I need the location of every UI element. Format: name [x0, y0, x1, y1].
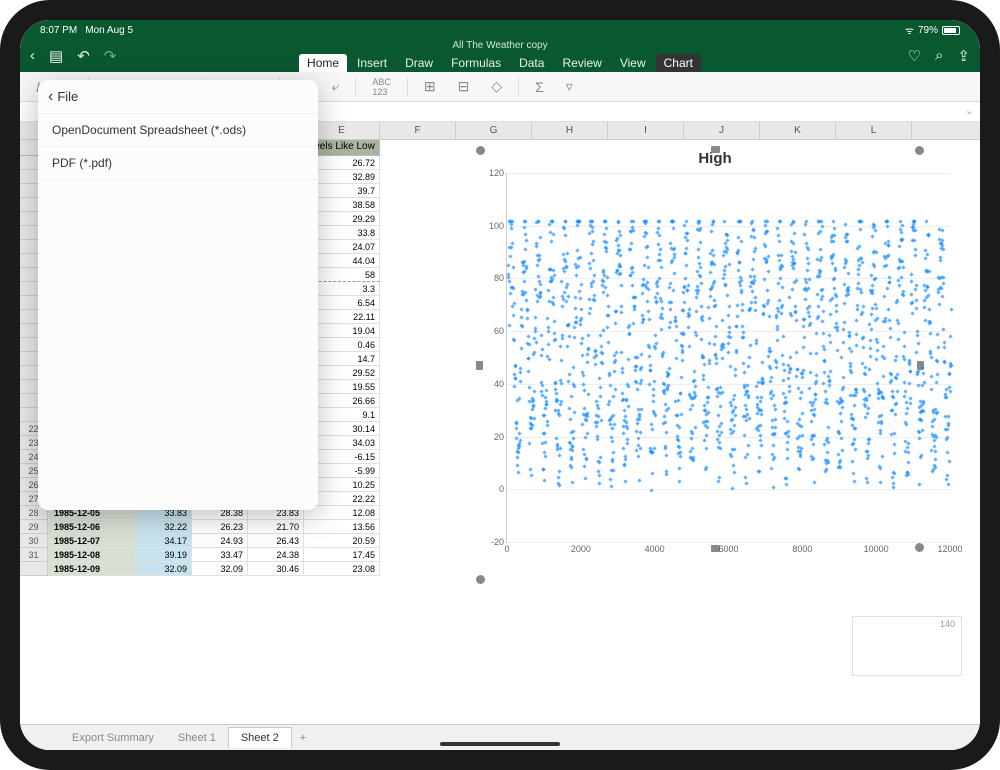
battery-icon: [942, 26, 960, 35]
col-g[interactable]: G: [456, 122, 532, 139]
table-row[interactable]: 291985-12-0632.2226.2321.7013.56: [20, 520, 470, 534]
export-popover: ‹ File OpenDocument Spreadsheet (*.ods) …: [38, 80, 318, 510]
chart-plot-area: -200204060801001200200040006000800010000…: [506, 173, 950, 543]
status-date: Mon Aug 5: [85, 25, 133, 36]
secondary-chart-label: 140: [940, 619, 955, 629]
resize-handle[interactable]: [476, 361, 483, 370]
tab-view[interactable]: View: [612, 54, 654, 72]
lightbulb-icon[interactable]: ♡: [908, 47, 921, 65]
col-i[interactable]: I: [608, 122, 684, 139]
popover-back[interactable]: ‹ File: [38, 80, 318, 114]
col-j[interactable]: J: [684, 122, 760, 139]
resize-handle[interactable]: [476, 575, 485, 584]
battery-percent: 79%: [918, 25, 938, 36]
status-time: 8:07 PM: [40, 25, 77, 36]
export-pdf[interactable]: PDF (*.pdf): [38, 147, 318, 180]
table-row[interactable]: 301985-12-0734.1724.9326.4320.59: [20, 534, 470, 548]
sheet-2[interactable]: Sheet 2: [228, 727, 292, 748]
autosum-button[interactable]: Σ: [529, 77, 550, 97]
tab-formulas[interactable]: Formulas: [443, 54, 509, 72]
popover-title: File: [57, 89, 78, 104]
col-f[interactable]: F: [380, 122, 456, 139]
add-sheet-button[interactable]: +: [292, 728, 314, 748]
wifi-icon: ᯤ: [905, 23, 914, 37]
delete-cells-button[interactable]: ⊟: [452, 76, 476, 97]
sheet-export-summary[interactable]: Export Summary: [60, 728, 166, 748]
redo-icon[interactable]: ↷: [104, 47, 117, 65]
app-titlebar: ‹ ▤ ↶ ↷ All The Weather copy Home Insert…: [20, 40, 980, 72]
ribbon-tabs: Home Insert Draw Formulas Data Review Vi…: [299, 54, 701, 72]
undo-icon[interactable]: ↶: [77, 47, 90, 65]
resize-handle[interactable]: [711, 146, 720, 153]
document-title: All The Weather copy: [452, 40, 547, 51]
sheet-1[interactable]: Sheet 1: [166, 728, 228, 748]
export-ods[interactable]: OpenDocument Spreadsheet (*.ods): [38, 114, 318, 147]
col-h[interactable]: H: [532, 122, 608, 139]
resize-handle[interactable]: [915, 146, 924, 155]
tab-home[interactable]: Home: [299, 54, 347, 72]
col-k[interactable]: K: [760, 122, 836, 139]
chart-selected[interactable]: High -2002040608010012002000400060008000…: [480, 150, 950, 580]
sheet-tabs: Export Summary Sheet 1 Sheet 2 +: [20, 724, 980, 750]
file-icon[interactable]: ▤: [49, 47, 63, 65]
resize-handle[interactable]: [476, 146, 485, 155]
search-icon[interactable]: ⌕: [935, 47, 943, 65]
chevron-left-icon: ‹: [48, 88, 53, 106]
chart-container[interactable]: High -2002040608010012002000400060008000…: [470, 140, 980, 724]
tab-insert[interactable]: Insert: [349, 54, 395, 72]
table-row[interactable]: 1985-12-0932.0932.0930.4623.08: [20, 562, 470, 576]
clear-button[interactable]: ◇: [485, 76, 508, 97]
number-format-button[interactable]: ABC123: [366, 75, 397, 99]
tab-review[interactable]: Review: [554, 54, 609, 72]
secondary-chart[interactable]: 140: [852, 616, 962, 676]
expand-formula-icon[interactable]: ⌄: [965, 104, 974, 117]
back-icon[interactable]: ‹: [30, 47, 35, 65]
home-indicator[interactable]: [440, 742, 560, 746]
tab-chart[interactable]: Chart: [656, 54, 701, 72]
table-row[interactable]: 311985-12-0839.1933.4724.3817.45: [20, 548, 470, 562]
tab-data[interactable]: Data: [511, 54, 552, 72]
resize-handle[interactable]: [915, 543, 924, 552]
wrap-button[interactable]: ⤶: [325, 76, 345, 97]
share-icon[interactable]: ⇪: [957, 47, 970, 65]
insert-cells-button[interactable]: ⊞: [418, 76, 442, 97]
ios-status-bar: 8:07 PM Mon Aug 5 ᯤ 79%: [20, 20, 980, 40]
col-l[interactable]: L: [836, 122, 912, 139]
tab-draw[interactable]: Draw: [397, 54, 441, 72]
sort-filter-button[interactable]: ▿: [560, 76, 579, 97]
